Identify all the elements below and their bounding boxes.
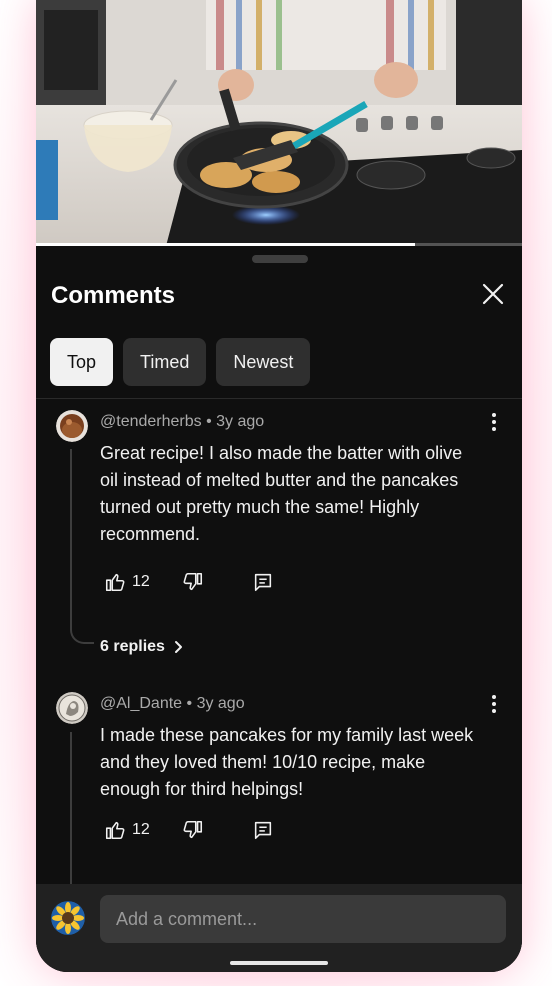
reply-icon <box>254 821 272 840</box>
like-count: 12 <box>132 821 150 838</box>
reply-button[interactable] <box>252 816 274 844</box>
reply-button[interactable] <box>252 568 274 596</box>
thumbs-up-icon <box>105 573 125 592</box>
thread-line <box>70 449 72 630</box>
comments-panel: Comments Top Timed Newest @tenderherbs •… <box>36 246 522 972</box>
like-button[interactable]: 12 <box>104 568 150 596</box>
tab-newest[interactable]: Newest <box>216 338 311 386</box>
view-replies-button[interactable]: 6 replies <box>100 638 185 656</box>
comment-age: 3y ago <box>196 695 245 712</box>
home-indicator <box>230 961 328 965</box>
comment-author[interactable]: @Al_Dante <box>100 695 182 712</box>
add-comment-input[interactable] <box>100 895 506 943</box>
close-icon[interactable] <box>477 278 509 310</box>
tab-timed[interactable]: Timed <box>123 338 207 386</box>
drag-handle[interactable] <box>252 255 308 263</box>
meta-separator: • <box>186 695 197 712</box>
more-options-icon[interactable] <box>484 694 504 714</box>
comment-text: Great recipe! I also made the batter wit… <box>100 443 463 544</box>
thumbs-up-icon <box>105 821 125 840</box>
thread-line <box>70 732 72 884</box>
panel-title: Comments <box>51 282 176 309</box>
video-frame-image <box>36 0 522 246</box>
comment-meta: @Al_Dante • 3y ago <box>100 695 245 713</box>
comment-meta: @tenderherbs • 3y ago <box>100 413 264 431</box>
reply-icon <box>254 573 272 592</box>
thread-curve <box>70 630 94 644</box>
like-count: 12 <box>132 573 150 590</box>
tab-top[interactable]: Top <box>50 338 114 386</box>
dislike-button[interactable] <box>182 816 204 844</box>
chevron-right-icon <box>174 641 182 653</box>
thumbs-down-icon <box>183 572 203 591</box>
avatar[interactable] <box>56 410 88 442</box>
dislike-button[interactable] <box>182 568 204 596</box>
divider <box>36 398 522 399</box>
comment-text: I made these pancakes for my family last… <box>100 725 474 799</box>
video-player[interactable] <box>36 0 522 246</box>
more-options-icon[interactable] <box>484 412 504 432</box>
phone-frame: Comments Top Timed Newest @tenderherbs •… <box>36 0 522 972</box>
comment-author[interactable]: @tenderherbs <box>100 413 202 430</box>
thumbs-down-icon <box>183 820 203 839</box>
meta-separator: • <box>206 413 217 430</box>
replies-label: 6 replies <box>100 638 165 655</box>
my-avatar <box>51 901 85 935</box>
comment-age: 3y ago <box>216 413 265 430</box>
comment-composer <box>36 884 522 972</box>
avatar[interactable] <box>56 692 88 724</box>
like-button[interactable]: 12 <box>104 816 150 844</box>
sort-tabs: Top Timed Newest <box>50 338 311 386</box>
